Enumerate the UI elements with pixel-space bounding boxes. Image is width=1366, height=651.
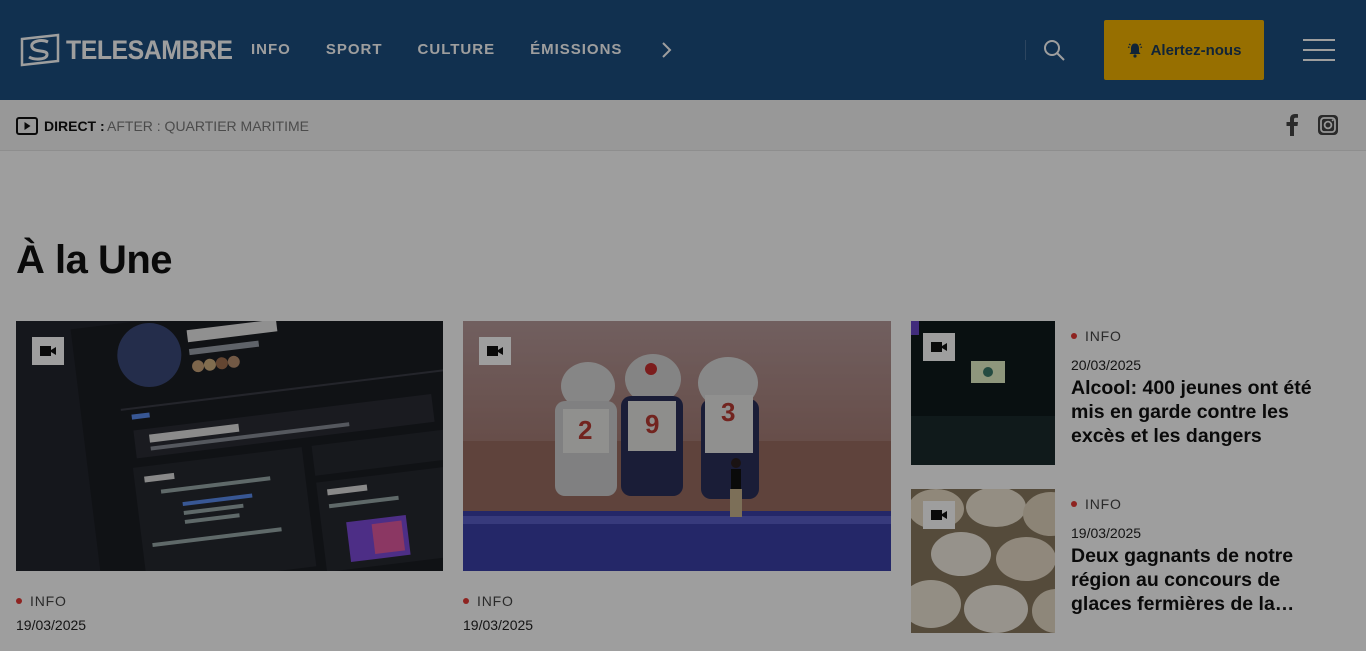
article-headline[interactable]: Deux gagnants de notre région au concour…: [1071, 544, 1331, 616]
section-title: À la Une: [16, 238, 173, 282]
category-label[interactable]: INFO: [477, 592, 514, 610]
alert-button-label: Alertez-nous: [1150, 41, 1242, 59]
instagram-icon[interactable]: [1318, 115, 1338, 135]
video-badge: [32, 337, 64, 365]
article-date: 19/03/2025: [1071, 525, 1142, 541]
article-headline[interactable]: Alcool: 400 jeunes ont été mis en garde …: [1071, 376, 1331, 448]
svg-text:2: 2: [578, 415, 592, 445]
article-date: 19/03/2025: [463, 617, 534, 633]
header-divider: [1025, 40, 1026, 60]
article-category: INFO: [1071, 495, 1122, 513]
nav-item-info[interactable]: INFO: [251, 38, 291, 62]
logo-mark-icon: [20, 33, 60, 67]
live-show-link[interactable]: AFTER : QUARTIER MARITIME: [107, 117, 309, 135]
category-dot: [1071, 501, 1077, 507]
svg-text:9: 9: [645, 409, 659, 439]
live-label: DIRECT :: [44, 118, 105, 134]
astronauts-stage-image: 2 9 3: [463, 321, 891, 571]
menu-icon[interactable]: [1303, 39, 1335, 61]
category-label[interactable]: INFO: [1085, 327, 1122, 345]
nav-item-culture[interactable]: CULTURE: [418, 38, 496, 62]
video-camera-icon: [931, 342, 947, 352]
category-label[interactable]: INFO: [30, 592, 67, 610]
video-badge: [923, 333, 955, 361]
video-badge: [923, 501, 955, 529]
video-camera-icon: [487, 346, 503, 356]
article-thumbnail[interactable]: [16, 321, 443, 571]
article-date: 19/03/2025: [16, 617, 87, 633]
main-nav: INFO SPORT CULTURE ÉMISSIONS: [251, 38, 673, 62]
category-dot: [1071, 333, 1077, 339]
article-thumbnail[interactable]: [911, 321, 1055, 465]
article-category: INFO: [16, 592, 67, 610]
alert-button[interactable]: Alertez-nous: [1104, 20, 1264, 80]
category-dot: [463, 598, 469, 604]
article-category: INFO: [463, 592, 514, 610]
play-screen-icon: [16, 117, 38, 135]
bell-icon: [1127, 43, 1142, 58]
chevron-right-icon[interactable]: [661, 40, 673, 60]
article-date: 20/03/2025: [1071, 357, 1142, 373]
category-label[interactable]: INFO: [1085, 495, 1122, 513]
article-category: INFO: [1071, 327, 1122, 345]
article-thumbnail[interactable]: [911, 489, 1055, 633]
search-icon[interactable]: [1042, 38, 1066, 62]
live-bar: DIRECT : AFTER : QUARTIER MARITIME: [0, 100, 1366, 151]
scrollbar[interactable]: [1354, 0, 1366, 651]
video-camera-icon: [40, 346, 56, 356]
site-header: TELESAMBRE INFO SPORT CULTURE ÉMISSIONS …: [0, 0, 1366, 100]
category-dot: [16, 598, 22, 604]
video-camera-icon: [931, 510, 947, 520]
logo-text: TELESAMBRE: [66, 35, 233, 65]
facebook-icon[interactable]: [1284, 114, 1300, 136]
svg-text:3: 3: [721, 397, 735, 427]
telesambre-logo[interactable]: TELESAMBRE: [20, 33, 247, 67]
facebook-screenshot-image: [16, 321, 443, 571]
article-thumbnail[interactable]: 2 9 3: [463, 321, 891, 571]
nav-item-emissions[interactable]: ÉMISSIONS: [530, 38, 622, 62]
nav-item-sport[interactable]: SPORT: [326, 38, 383, 62]
video-badge: [479, 337, 511, 365]
